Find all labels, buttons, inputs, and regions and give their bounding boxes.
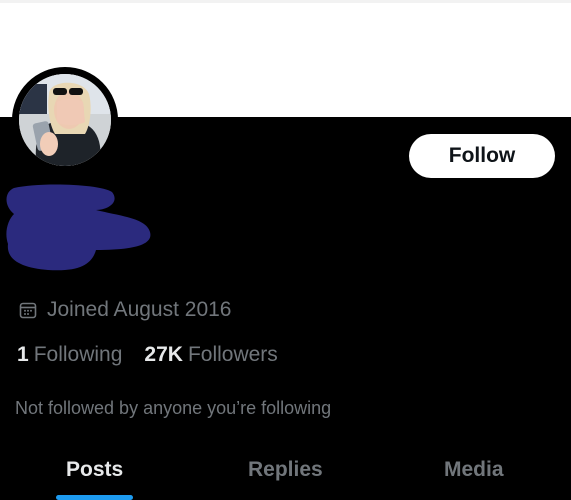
- joined-date: Joined August 2016: [47, 298, 232, 321]
- banner-edge: [0, 0, 571, 3]
- calendar-icon: [18, 300, 38, 320]
- profile-tabs: Posts Replies Media: [0, 440, 571, 500]
- joined-row: Joined August 2016: [18, 296, 232, 324]
- tab-posts[interactable]: Posts: [66, 458, 123, 482]
- avatar[interactable]: [19, 74, 111, 166]
- tab-media[interactable]: Media: [444, 458, 504, 482]
- avatar-photo: [19, 74, 111, 166]
- follow-stats: 1 Following 27K Followers: [17, 341, 278, 369]
- active-tab-indicator: [56, 495, 133, 500]
- not-followed-note: Not followed by anyone you’re following: [15, 398, 332, 418]
- followers-link[interactable]: 27K Followers: [144, 343, 277, 367]
- follow-button[interactable]: Follow: [409, 134, 555, 178]
- following-count: 1: [17, 343, 29, 366]
- following-label: Following: [33, 343, 123, 366]
- followers-label: Followers: [187, 343, 278, 366]
- followers-count: 27K: [144, 343, 183, 366]
- redacted-name: [6, 184, 151, 271]
- tab-replies[interactable]: Replies: [248, 458, 323, 482]
- following-link[interactable]: 1 Following: [17, 343, 122, 367]
